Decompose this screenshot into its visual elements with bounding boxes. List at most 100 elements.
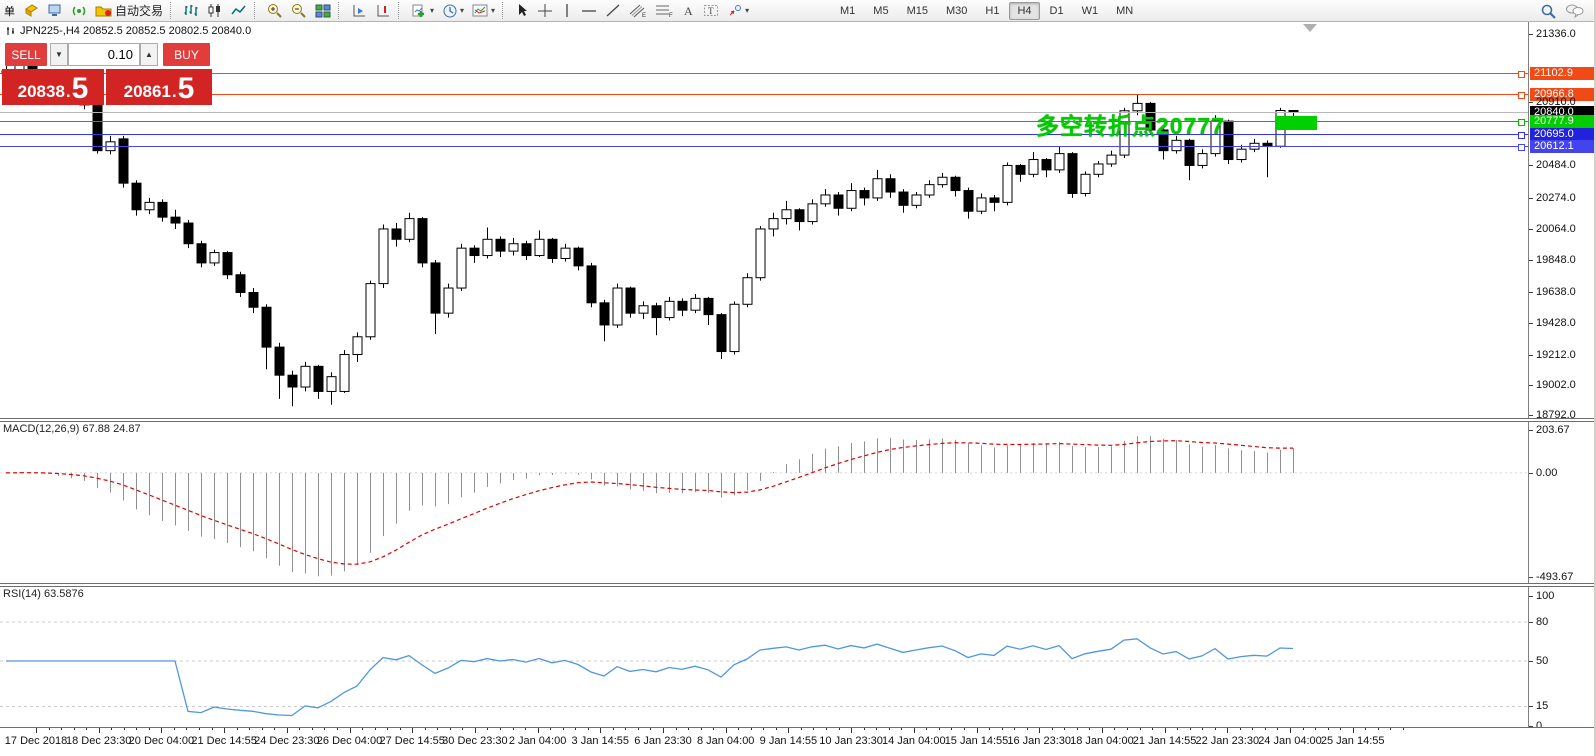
time-tick-minor [525, 728, 527, 730]
svg-text:F: F [669, 13, 673, 18]
time-tick-minor [136, 728, 138, 730]
indicator-tick-label: 100 [1536, 590, 1555, 602]
time-tick-minor [148, 728, 150, 730]
time-tick-major [286, 728, 288, 733]
sell-button[interactable]: SELL [5, 43, 47, 66]
auto-scroll-icon[interactable] [347, 1, 371, 20]
toolbar-separator [170, 2, 176, 19]
time-tick-minor [675, 728, 677, 730]
new-order-icon[interactable]: 单 [0, 1, 19, 20]
chart-shift-icon[interactable] [371, 1, 395, 20]
resistance-line[interactable] [0, 94, 1528, 95]
buy-button[interactable]: BUY [163, 43, 210, 66]
chart-shift-marker[interactable] [1303, 24, 1317, 32]
time-tick-major [1352, 728, 1354, 733]
price-tick [1529, 34, 1533, 35]
timeframe-button-m30[interactable]: M30 [938, 2, 975, 20]
indicator-tick [1529, 596, 1533, 597]
time-label: 30 Dec 23:30 [442, 735, 508, 747]
channel-icon[interactable]: E [625, 1, 651, 20]
pivot-price-label: 20777.9 [1530, 115, 1594, 128]
chat-icon[interactable] [1561, 1, 1588, 20]
horizontal-line-icon[interactable] [577, 1, 601, 20]
sell-price-display[interactable]: 20838 . 5 [2, 69, 104, 105]
price-axis[interactable]: 21102.9 20966.8 20840.0 20777.9 20695.0 20612… [1528, 21, 1596, 732]
time-tick-major [474, 728, 476, 733]
time-axis[interactable]: 17 Dec 2018 18 Dec 23:30 20 Dec 04:00 21 De… [0, 727, 1596, 756]
indicator-tick [1529, 622, 1533, 623]
bar-chart-icon[interactable] [179, 1, 203, 20]
time-tick-minor [374, 728, 376, 730]
dropdown-caret-icon[interactable]: ▾ [430, 6, 434, 15]
line-chart-icon[interactable] [227, 1, 251, 20]
macd-pane[interactable] [0, 421, 1528, 583]
timeframe-button-m15[interactable]: M15 [899, 2, 936, 20]
macd-pane-divider[interactable] [0, 418, 1596, 422]
volume-input[interactable]: 0.10 [68, 43, 140, 66]
price-tick [1529, 415, 1533, 416]
time-tick-minor [738, 728, 740, 730]
timeframe-button-m1[interactable]: M1 [832, 2, 863, 20]
toolbar-separator [338, 2, 344, 19]
volume-decrease-button[interactable]: ▼ [50, 43, 68, 66]
support-price-label: 20612.1 [1530, 140, 1594, 153]
time-tick-minor [512, 728, 514, 730]
template-icon[interactable]: ▾ [468, 1, 499, 20]
arrows-icon[interactable]: ▾ [723, 1, 753, 20]
timeframe-button-w1[interactable]: W1 [1074, 2, 1107, 20]
timeframe-button-d1[interactable]: D1 [1042, 2, 1072, 20]
resistance-line-handle[interactable] [1518, 71, 1525, 78]
time-tick-major [412, 728, 414, 733]
crosshair-icon[interactable] [533, 1, 557, 20]
vertical-line-icon[interactable] [557, 1, 577, 20]
resistance-line[interactable] [0, 73, 1528, 74]
timeframe-button-mn[interactable]: MN [1108, 2, 1141, 20]
rsi-pane-divider[interactable] [0, 583, 1596, 587]
dropdown-caret-icon[interactable]: ▾ [491, 6, 495, 15]
support-line-handle[interactable] [1518, 144, 1525, 151]
dropdown-caret-icon[interactable]: ▾ [745, 6, 749, 15]
trendline-icon[interactable] [601, 1, 625, 20]
time-label: 18 Jan 04:00 [1070, 735, 1134, 747]
buy-price-display[interactable]: 20861 . 5 [106, 69, 212, 105]
zoom-in-icon[interactable] [263, 1, 287, 20]
current-price-line[interactable] [0, 112, 1528, 113]
zoom-out-icon[interactable] [287, 1, 311, 20]
volume-increase-button[interactable]: ▲ [140, 43, 158, 66]
text-icon[interactable]: A [677, 1, 699, 20]
time-tick-minor [362, 728, 364, 730]
dropdown-caret-icon[interactable]: ▾ [460, 6, 464, 15]
fibonacci-icon[interactable]: F [651, 1, 677, 20]
main-chart-pane[interactable] [0, 21, 1528, 418]
rsi-pane[interactable] [0, 586, 1528, 727]
time-tick-minor [387, 728, 389, 730]
profile-icon[interactable] [43, 1, 67, 20]
indicator-tick-label: 15 [1536, 700, 1549, 712]
indicator-tick-label: 50 [1536, 655, 1549, 667]
timeframe-button-h1[interactable]: H1 [977, 2, 1007, 20]
toolbar-separator [502, 2, 508, 19]
resistance-line-handle[interactable] [1518, 92, 1525, 99]
text-label-icon[interactable]: T [699, 1, 723, 20]
periods-icon[interactable]: ▾ [438, 1, 468, 20]
candlestick-chart-icon[interactable] [203, 1, 227, 20]
time-tick-major [663, 728, 664, 733]
support-line-handle[interactable] [1518, 132, 1525, 139]
pivot-annotation-text[interactable]: 多空转折点20777 [1036, 107, 1225, 141]
market-watch-icon[interactable] [19, 1, 43, 20]
search-icon[interactable] [1536, 1, 1561, 20]
time-label: 16 Jan 23:30 [1007, 735, 1071, 747]
support-line[interactable] [0, 146, 1528, 147]
new-chart-icon[interactable]: ▾ [407, 1, 438, 20]
time-tick-minor [324, 728, 326, 730]
cursor-icon[interactable] [511, 1, 533, 20]
autotrading-button[interactable]: 自动交易 [91, 1, 167, 20]
support-line[interactable] [0, 134, 1528, 135]
highlight-zone-box[interactable] [1276, 116, 1317, 130]
tile-windows-icon[interactable] [311, 1, 335, 20]
pivot-line-handle[interactable] [1518, 119, 1525, 126]
timeframe-button-m5[interactable]: M5 [865, 2, 896, 20]
signals-icon[interactable] [67, 1, 91, 20]
timeframe-button-h4[interactable]: H4 [1009, 1, 1040, 20]
time-tick-minor [1152, 728, 1154, 730]
